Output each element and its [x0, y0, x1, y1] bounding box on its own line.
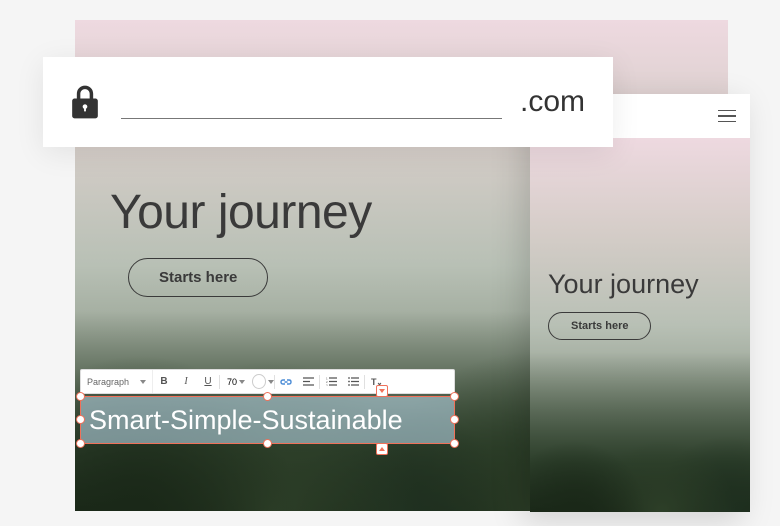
italic-button[interactable]: I [175, 370, 197, 393]
hero-title: Your journey [110, 185, 372, 240]
padding-marker-bottom[interactable] [376, 443, 388, 455]
mobile-hero: Your journey Starts here [548, 268, 699, 340]
ordered-list-button[interactable]: 123 [320, 370, 342, 393]
ordered-list-icon: 123 [326, 377, 337, 386]
text-color-button[interactable] [252, 370, 274, 393]
unordered-list-button[interactable] [342, 370, 364, 393]
svg-text:3: 3 [326, 384, 328, 387]
address-bar-card: .com [43, 57, 613, 147]
text-selection-box[interactable]: Smart-Simple-Sustainable [80, 396, 455, 444]
align-left-icon [303, 377, 314, 386]
link-icon [280, 377, 292, 387]
selected-text[interactable]: Smart-Simple-Sustainable [89, 405, 403, 436]
resize-handle-tl[interactable] [76, 392, 85, 401]
resize-handle-mr[interactable] [450, 415, 459, 424]
mobile-preview: Your journey Starts here [530, 94, 750, 512]
mobile-hero-title: Your journey [548, 268, 699, 300]
padding-marker-top[interactable] [376, 385, 388, 397]
chevron-down-icon [239, 380, 245, 384]
format-select[interactable]: Paragraph [81, 370, 153, 393]
lock-icon [71, 85, 121, 119]
bold-button[interactable]: B [153, 370, 175, 393]
resize-handle-tr[interactable] [450, 392, 459, 401]
unordered-list-icon [348, 377, 359, 386]
font-size-value: 70 [227, 377, 237, 387]
color-swatch-icon [252, 374, 266, 389]
hero-cta-button[interactable]: Starts here [128, 258, 268, 297]
mobile-hero-bg: Your journey Starts here [530, 138, 750, 512]
resize-handle-bl[interactable] [76, 439, 85, 448]
tld-text: .com [520, 85, 585, 119]
font-size-select[interactable]: 70 [220, 370, 252, 393]
mobile-hero-cta-button[interactable]: Starts here [548, 312, 651, 340]
resize-handle-bm[interactable] [263, 439, 272, 448]
hamburger-icon[interactable] [718, 110, 736, 123]
resize-handle-ml[interactable] [76, 415, 85, 424]
underline-button[interactable]: U [197, 370, 219, 393]
resize-handle-tm[interactable] [263, 392, 272, 401]
link-button[interactable] [275, 370, 297, 393]
text-editor-toolbar: Paragraph B I U 70 123 T [80, 369, 455, 394]
hero: Your journey Starts here [110, 185, 372, 297]
url-input[interactable] [121, 85, 502, 119]
chevron-down-icon [140, 380, 146, 384]
resize-handle-br[interactable] [450, 439, 459, 448]
align-button[interactable] [297, 370, 319, 393]
format-select-label: Paragraph [87, 377, 129, 387]
